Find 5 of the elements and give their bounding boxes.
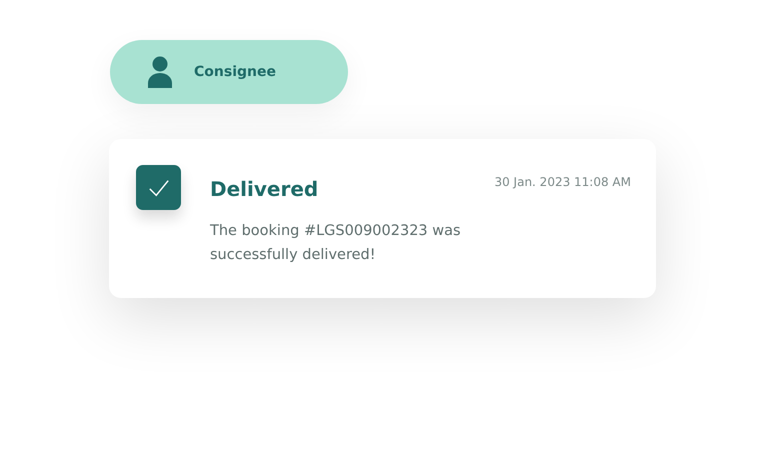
- status-title: Delivered: [210, 177, 318, 201]
- role-label: Consignee: [194, 64, 276, 80]
- notification-message: The booking #LGS009002323 was successfully delivered!: [210, 222, 462, 265]
- person-icon: [147, 56, 173, 88]
- timestamp: 30 Jan. 2023 11:08 AM: [494, 175, 631, 189]
